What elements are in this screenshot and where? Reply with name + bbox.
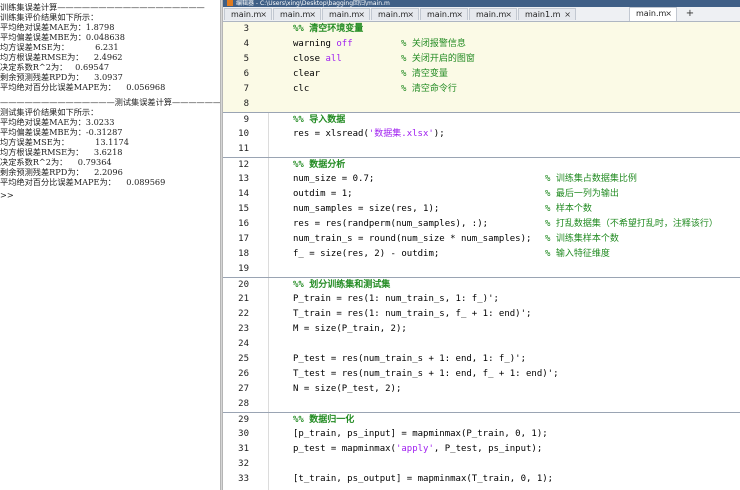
code-line: 25 P_test = res(num_train_s + 1: end, 1: … (238, 354, 526, 364)
code-line: 5 close all% 关闭开启的图窗 (223, 52, 740, 67)
code-line: 32 (238, 459, 249, 469)
output-line: 剩余预测残差RPD为： 3.0937 (0, 72, 123, 82)
code-comment: % 训练集占数据集比例 (545, 174, 637, 184)
code-line: 22 T_train = res(1: num_train_s, f_ + 1: … (238, 309, 532, 319)
code-line: 9%% 导入数据 (223, 112, 740, 128)
tab-label: main1.m (525, 10, 561, 19)
editor-title-bar: 编辑器 - C:\Users\xing\Desktop\bagging回归\ma… (223, 0, 740, 7)
code-line: 24 (238, 339, 249, 349)
tab-close-icon[interactable]: × (564, 9, 571, 20)
output-line: 均方根误差RMSE为： 2.4962 (0, 52, 123, 62)
file-tab[interactable]: main.m × (224, 8, 272, 20)
code-line: 15 num_samples = size(res, 1);% 样本个数 (223, 202, 740, 217)
editor-tab-bar: main.m × main.m × main.m × main.m × main.m × … (223, 7, 740, 22)
tab-close-icon[interactable]: × (358, 9, 365, 20)
tab-close-icon[interactable]: × (309, 9, 316, 20)
output-line: 平均偏差误差MBE为：-0.31287 (0, 127, 123, 137)
section-header: %% 划分训练集和测试集 (293, 280, 391, 290)
code-line: 29%% 数据归一化 (223, 412, 740, 428)
tab-label: main.m (476, 10, 507, 19)
section-header: %% 数据分析 (293, 160, 346, 170)
section-header: %% 数据归一化 (293, 415, 355, 425)
code-line: 6 clear% 清空变量 (223, 67, 740, 82)
code-line: 18 f_ = size(res, 2) - outdim;% 输入特征维度 (223, 247, 740, 262)
tab-label: main.m (427, 10, 458, 19)
code-line: 28 (238, 399, 249, 409)
code-comment: % 打乱数据集（不希望打乱时，注释该行） (545, 219, 718, 229)
tab-label: main.m (636, 9, 667, 18)
code-line: 33 [t_train, ps_output] = mapminmax(T_tra… (238, 474, 554, 484)
code-line: 12%% 数据分析 (223, 157, 740, 173)
file-tab[interactable]: main.m × (371, 8, 419, 20)
code-line: 4 warning off% 关闭报警信息 (223, 37, 740, 52)
file-tab[interactable]: main.m × (469, 8, 517, 20)
section-header: %% 导入数据 (293, 115, 346, 125)
code-comment: % 最后一列为输出 (545, 189, 619, 199)
code-line: 19 (238, 264, 249, 274)
tab-close-icon[interactable]: × (260, 9, 267, 20)
code-comment: % 清空命令行 (401, 84, 457, 94)
code-line: 21 P_train = res(1: num_train_s, 1: f_)'; (238, 294, 499, 304)
output-line: ——————————————测试集误差计算—————————— (0, 97, 220, 107)
command-window[interactable]: 训练集误差计算—————————————————— 训练集评价结果如下所示： 平… (0, 0, 220, 490)
code-line: 13 num_size = 0.7;% 训练集占数据集比例 (223, 172, 740, 187)
code-comment: % 关闭开启的图窗 (401, 54, 475, 64)
code-line: 14 outdim = 1;% 最后一列为输出 (223, 187, 740, 202)
code-line: 8 (223, 97, 740, 112)
output-line: 平均绝对误差MAE为：3.0233 (0, 117, 115, 127)
output-line: 平均绝对误差MAE为：1.8798 (0, 22, 115, 32)
tab-close-icon[interactable]: × (505, 9, 512, 20)
tab-label: main.m (231, 10, 262, 19)
file-tab[interactable]: main1.m × (518, 8, 576, 20)
code-comment: % 训练集样本个数 (545, 234, 619, 244)
output-line: 平均偏差误差MBE为：0.048638 (0, 32, 125, 42)
output-line: 平均绝对百分比误差MAPE为： 0.056968 (0, 82, 166, 92)
output-line: 测试集评价结果如下所示： (0, 107, 99, 117)
output-line: 训练集评价结果如下所示： (0, 12, 99, 22)
code-area[interactable]: 3%% 清空环境变量 4 warning off% 关闭报警信息 5 close a… (223, 22, 740, 490)
code-line: 31 p_test = mapminmax('apply', P_test, ps… (238, 444, 543, 454)
output-line: 决定系数R^2为： 0.79364 (0, 157, 112, 167)
code-line: 27 N = size(P_test, 2); (238, 384, 402, 394)
output-line: 决定系数R^2为： 0.69547 (0, 62, 110, 72)
output-line: 剩余预测残差RPD为： 2.2096 (0, 167, 123, 177)
output-line: 训练集误差计算—————————————————— (0, 2, 205, 12)
output-line: 均方根误差RMSE为： 3.6218 (0, 147, 123, 157)
code-comment: % 清空变量 (401, 69, 448, 79)
code-line: 11 (238, 144, 249, 154)
code-line: 20%% 划分训练集和测试集 (223, 277, 740, 293)
code-line: 17 num_train_s = round(num_size * num_sam… (223, 232, 740, 247)
code-line: 23 M = size(P_train, 2); (238, 324, 407, 334)
tab-label: main.m (378, 10, 409, 19)
editor-title: 编辑器 - C:\Users\xing\Desktop\bagging回归\ma… (236, 0, 390, 7)
tab-close-icon[interactable]: × (456, 9, 463, 20)
section-header: %% 清空环境变量 (293, 24, 364, 34)
editor-panel: 编辑器 - C:\Users\xing\Desktop\bagging回归\ma… (223, 0, 740, 490)
tab-close-icon[interactable]: × (665, 8, 672, 19)
output-line: 均方误差MSE为： 6.231 (0, 42, 119, 52)
code-comment: % 输入特征维度 (545, 249, 610, 259)
tab-label: main.m (280, 10, 311, 19)
code-comment: % 样本个数 (545, 204, 592, 214)
file-tab-active[interactable]: main.m × (629, 7, 677, 21)
output-line: 平均绝对百分比误差MAPE为： 0.089569 (0, 177, 166, 187)
file-tab[interactable]: main.m × (420, 8, 468, 20)
command-prompt[interactable]: >> (0, 190, 14, 200)
file-tab[interactable]: main.m × (322, 8, 370, 20)
add-tab-button[interactable]: + (683, 8, 697, 20)
tab-label: main.m (329, 10, 360, 19)
matlab-editor-icon (227, 0, 233, 6)
code-line: 3%% 清空环境变量 (223, 22, 740, 37)
code-comment: % 关闭报警信息 (401, 39, 466, 49)
code-line: 16 res = res(randperm(num_samples), :);% … (223, 217, 740, 232)
code-line: 30 [p_train, ps_input] = mapminmax(P_trai… (238, 429, 548, 439)
code-line: 26 T_test = res(num_train_s + 1: end, f_ … (238, 369, 559, 379)
file-tab[interactable]: main.m × (273, 8, 321, 20)
code-line: 7 clc% 清空命令行 (223, 82, 740, 97)
tab-close-icon[interactable]: × (407, 9, 414, 20)
code-line: 10 res = xlsread('数据集.xlsx'); (238, 129, 445, 139)
output-line: 均方误差MSE为： 13.1174 (0, 137, 129, 147)
